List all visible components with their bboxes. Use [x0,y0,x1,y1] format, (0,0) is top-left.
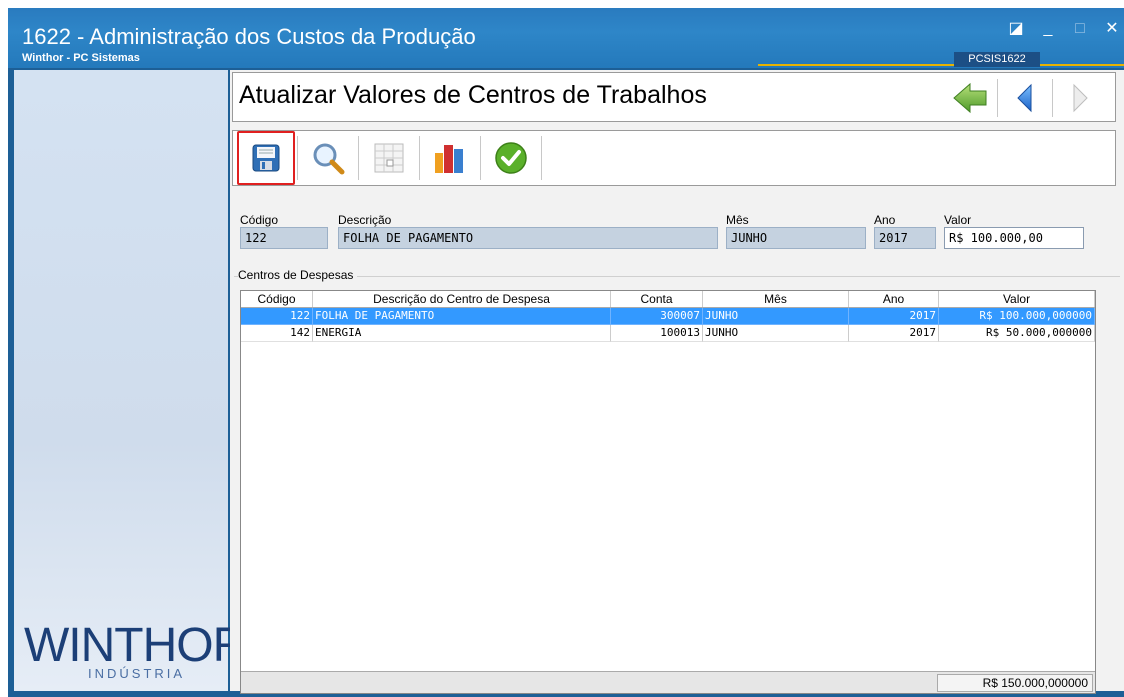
title-bar[interactable]: 1622 - Administração dos Custos da Produ… [8,8,1124,68]
header-conta[interactable]: Conta [611,291,703,307]
next-icon[interactable] [1053,77,1107,119]
toolbar [232,130,1116,186]
valor-label: Valor [944,213,972,227]
cell-mes: JUNHO [703,325,849,342]
routine-code: PCSIS1622 [954,52,1040,67]
window-subtitle: Winthor - PC Sistemas [22,52,140,64]
chart-icon[interactable] [422,133,478,183]
cell-conta: 100013 [611,325,703,342]
main-panel: Atualizar Valores de Centros de Trabalho… [230,70,1124,694]
centros-despesas-title: Centros de Despesas [238,268,358,282]
search-icon[interactable] [300,133,356,183]
back-arrow-icon[interactable] [943,77,997,119]
winthor-logo: WINTHOR INDÚSTRIA [24,618,247,681]
title-accent-line [758,64,1124,66]
cell-ano: 2017 [849,325,939,342]
mes-label: Mês [726,213,749,227]
cell-valor: R$ 50.000,000000 [939,325,1095,342]
application-window: 1622 - Administração dos Custos da Produ… [8,8,1124,697]
toolbar-separator [419,136,420,180]
page-header: Atualizar Valores de Centros de Trabalho… [232,72,1116,122]
descricao-field[interactable]: FOLHA DE PAGAMENTO [338,227,718,249]
header-ano[interactable]: Ano [849,291,939,307]
minimize-button[interactable]: _ [1036,18,1060,40]
table-row[interactable]: 122 FOLHA DE PAGAMENTO 300007 JUNHO 2017… [241,308,1095,325]
previous-icon[interactable] [998,77,1052,119]
expense-centers-grid[interactable]: Código Descrição do Centro de Despesa Co… [240,290,1096,694]
ano-label: Ano [874,213,896,227]
logo-sub-text: INDÚSTRIA [88,666,186,681]
save-icon[interactable] [237,131,295,185]
toolbar-separator [541,136,542,180]
descricao-label: Descrição [338,213,392,227]
page-title: Atualizar Valores de Centros de Trabalho… [239,81,707,109]
valor-field[interactable]: R$ 100.000,00 [944,227,1084,249]
left-panel: WINTHOR INDÚSTRIA [14,70,247,691]
toolbar-separator [480,136,481,180]
header-codigo[interactable]: Código [241,291,313,307]
grid-header: Código Descrição do Centro de Despesa Co… [241,291,1095,308]
codigo-field[interactable]: 122 [240,227,328,249]
cell-codigo: 142 [241,325,313,342]
cell-valor: R$ 100.000,000000 [939,308,1095,325]
header-descricao[interactable]: Descrição do Centro de Despesa [313,291,611,307]
toolbar-separator [358,136,359,180]
codigo-label: Código [240,213,279,227]
total-value: R$ 150.000,000000 [937,674,1093,692]
confirm-icon[interactable] [483,133,539,183]
logo-main-text: WINTHOR [24,619,247,672]
toolbar-separator [297,136,298,180]
navigation-buttons [943,77,1107,119]
cell-codigo: 122 [241,308,313,325]
close-button[interactable]: ✕ [1100,18,1124,40]
header-mes[interactable]: Mês [703,291,849,307]
ano-field[interactable]: 2017 [874,227,936,249]
calculator-icon[interactable] [361,133,417,183]
cell-descricao: ENERGIA [313,325,611,342]
header-valor[interactable]: Valor [939,291,1095,307]
cell-mes: JUNHO [703,308,849,325]
maximize-button[interactable]: □ [1068,18,1092,40]
table-row[interactable]: 142 ENERGIA 100013 JUNHO 2017 R$ 50.000,… [241,325,1095,342]
grid-footer: R$ 150.000,000000 [241,671,1095,693]
cell-conta: 300007 [611,308,703,325]
window-title: 1622 - Administração dos Custos da Produ… [22,24,476,49]
cell-descricao: FOLHA DE PAGAMENTO [313,308,611,325]
restore-icon[interactable]: ◪ [1004,18,1028,40]
cell-ano: 2017 [849,308,939,325]
mes-field[interactable]: JUNHO [726,227,866,249]
group-divider [234,276,1120,277]
